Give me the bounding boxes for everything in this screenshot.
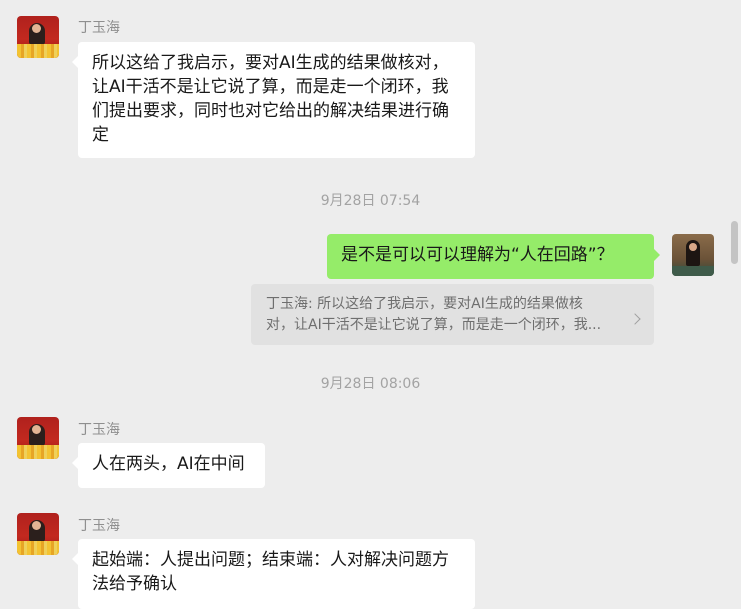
sender-name: 丁玉海 bbox=[78, 20, 120, 36]
message-text: 人在两头，AI在中间 bbox=[92, 454, 245, 474]
message-line: 让AI干活不是让它说了算，而是走一个闭环，我 bbox=[92, 77, 449, 97]
message-line: 法给予确认 bbox=[92, 574, 177, 594]
avatar[interactable] bbox=[17, 417, 59, 459]
avatar[interactable] bbox=[17, 16, 59, 58]
message-line: 们提出要求，同时也对它给出的解决结果进行确 bbox=[92, 101, 449, 121]
quote-line: 丁玉海: 所以这给了我启示，要对AI生成的结果做核 bbox=[266, 296, 583, 312]
timestamp: 9月28日 08:06 bbox=[320, 376, 421, 392]
message-bubble[interactable]: 人在两头，AI在中间 bbox=[72, 443, 265, 488]
message-bubble[interactable]: 所以这给了我启示，要对AI生成的结果做核对， 让AI干活不是让它说了算，而是走一… bbox=[72, 42, 475, 158]
quoted-message[interactable]: 丁玉海: 所以这给了我启示，要对AI生成的结果做核 对，让AI干活不是让它说了算… bbox=[251, 284, 654, 345]
self-avatar[interactable] bbox=[672, 234, 714, 276]
quote-line: 对，让AI干活不是让它说了算，而是走一个闭环，我... bbox=[266, 317, 602, 333]
sender-name: 丁玉海 bbox=[78, 518, 120, 534]
message-bubble[interactable]: 起始端：人提出问题；结束端：人对解决问题方 法给予确认 bbox=[72, 539, 475, 609]
message-line: 定 bbox=[92, 125, 109, 145]
sender-name: 丁玉海 bbox=[78, 422, 120, 438]
message-text: 是不是可以可以理解为“人在回路”？ bbox=[341, 245, 614, 265]
message-bubble-outgoing[interactable]: 是不是可以可以理解为“人在回路”？ bbox=[327, 234, 660, 279]
scrollbar-thumb[interactable] bbox=[731, 221, 738, 264]
avatar[interactable] bbox=[17, 513, 59, 555]
chevron-right-icon bbox=[629, 313, 641, 325]
message-line: 所以这给了我启示，要对AI生成的结果做核对， bbox=[92, 53, 449, 73]
message-line: 起始端：人提出问题；结束端：人对解决问题方 bbox=[92, 550, 449, 570]
timestamp: 9月28日 07:54 bbox=[320, 193, 421, 209]
